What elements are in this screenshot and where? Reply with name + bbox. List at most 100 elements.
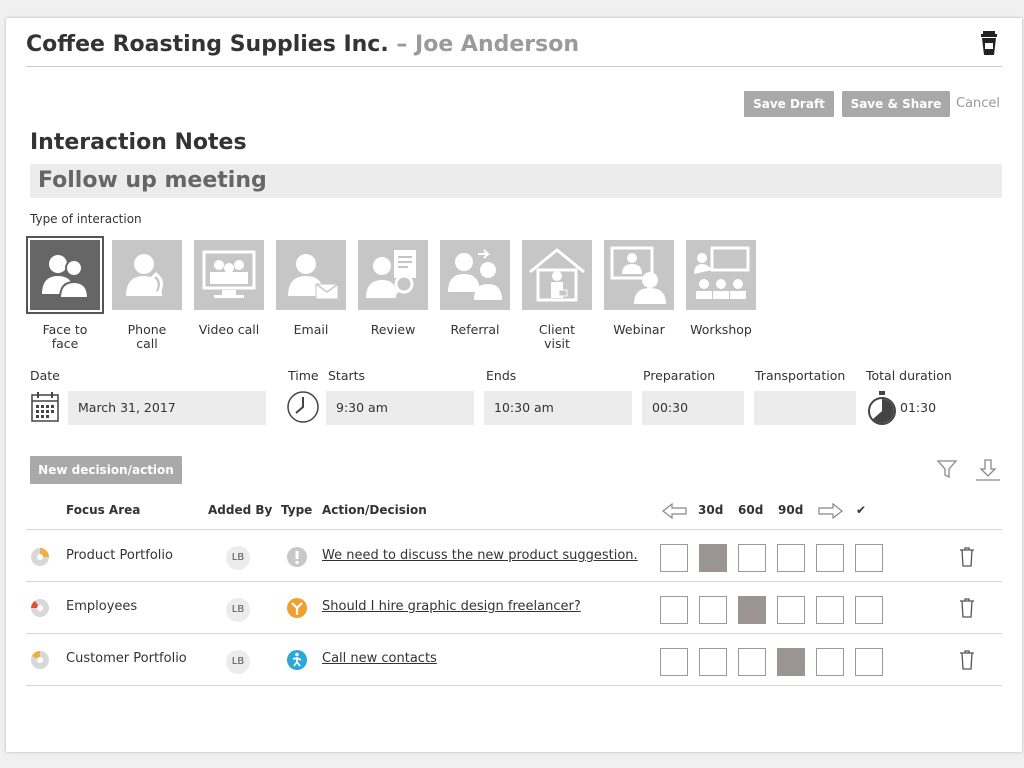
- calendar-icon[interactable]: [30, 390, 60, 424]
- date-input[interactable]: March 31, 2017: [68, 391, 266, 425]
- table-divider: [26, 529, 1002, 530]
- type-client-visit-button[interactable]: [522, 240, 592, 310]
- referral-icon: [448, 249, 502, 300]
- timeline-checkbox[interactable]: [777, 544, 805, 572]
- cancel-button[interactable]: Cancel: [956, 91, 1000, 117]
- type-video-call-button[interactable]: [194, 240, 264, 310]
- preparation-label: Preparation: [643, 368, 716, 383]
- coffee-cup-icon[interactable]: [978, 30, 1000, 56]
- timeline-checkbox[interactable]: [660, 544, 688, 572]
- done-checkbox[interactable]: [855, 596, 883, 624]
- timeline-checkbox[interactable]: [777, 648, 805, 676]
- type-label-line1: Client: [538, 322, 576, 337]
- email-icon: [288, 254, 339, 300]
- section-heading: Interaction Notes: [30, 130, 247, 155]
- timeline-checkbox[interactable]: [816, 596, 844, 624]
- contact-name: Joe Anderson: [415, 32, 580, 57]
- type-label-video-call: Video call: [198, 322, 260, 337]
- type-workshop-button[interactable]: [686, 240, 756, 310]
- col-30d: 30d: [698, 503, 724, 517]
- total-duration-label: Total duration: [866, 368, 952, 383]
- type-label-line1: Face to: [42, 322, 88, 337]
- focus-area-value: Employees: [66, 599, 138, 614]
- type-label-line2: call: [136, 336, 158, 351]
- save-share-button[interactable]: Save & Share: [842, 91, 950, 117]
- transportation-input[interactable]: [754, 391, 856, 425]
- action-link[interactable]: Should I hire graphic design freelancer?: [322, 599, 581, 614]
- done-checkbox[interactable]: [855, 648, 883, 676]
- header-divider: [26, 66, 1002, 67]
- title-separator: –: [388, 32, 416, 57]
- type-label-client-visit: Client visit: [517, 323, 597, 351]
- type-face-to-face-button[interactable]: [26, 236, 104, 314]
- col-focus-area[interactable]: Focus Area: [66, 503, 140, 517]
- timeline-checkbox[interactable]: [777, 596, 805, 624]
- preparation-input[interactable]: 00:30: [642, 391, 744, 425]
- clock-icon: [287, 391, 319, 423]
- trash-icon[interactable]: [958, 597, 976, 619]
- trash-icon[interactable]: [958, 546, 976, 568]
- type-referral-button[interactable]: [440, 240, 510, 310]
- trash-icon[interactable]: [958, 649, 976, 671]
- col-action-decision[interactable]: Action/Decision: [322, 503, 427, 517]
- ends-label: Ends: [486, 368, 517, 383]
- table-divider: [26, 581, 1002, 582]
- col-done-check: ✔: [856, 503, 867, 517]
- timeline-checkbox[interactable]: [816, 648, 844, 676]
- starts-label: Starts: [328, 368, 366, 383]
- avatar: LB: [226, 650, 250, 674]
- save-draft-button[interactable]: Save Draft: [744, 91, 834, 117]
- interaction-title-input[interactable]: Follow up meeting: [30, 164, 1002, 198]
- timeline-checkbox[interactable]: [738, 596, 766, 624]
- type-email-button[interactable]: [276, 240, 346, 310]
- webinar-icon: [610, 246, 666, 304]
- end-time-input[interactable]: 10:30 am: [484, 391, 632, 425]
- type-phone-call-button[interactable]: [112, 240, 182, 310]
- filter-icon[interactable]: [936, 458, 958, 480]
- start-time-input[interactable]: 9:30 am: [326, 391, 474, 425]
- timeline-checkbox[interactable]: [660, 648, 688, 676]
- timeline-checkbox[interactable]: [699, 648, 727, 676]
- col-90d: 90d: [778, 503, 804, 517]
- date-label: Date: [30, 368, 60, 383]
- focus-pie-icon: [31, 548, 49, 566]
- page-title: Coffee Roasting Supplies Inc. – Joe Ande…: [26, 32, 579, 57]
- table-divider: [26, 685, 1002, 686]
- type-label-email: Email: [293, 322, 329, 337]
- timeline-checkbox[interactable]: [660, 596, 688, 624]
- action-link[interactable]: Call new contacts: [322, 651, 437, 666]
- table-divider: [26, 633, 1002, 634]
- download-icon[interactable]: [974, 458, 1002, 482]
- type-label-line2: face: [51, 336, 79, 351]
- avatar: LB: [226, 546, 250, 570]
- action-link[interactable]: We need to discuss the new product sugge…: [322, 548, 638, 563]
- focus-area-value: Product Portfolio: [66, 548, 173, 563]
- timeline-checkbox[interactable]: [738, 544, 766, 572]
- timeline-checkbox[interactable]: [699, 544, 727, 572]
- company-name: Coffee Roasting Supplies Inc.: [26, 32, 389, 57]
- done-checkbox[interactable]: [855, 544, 883, 572]
- col-added-by[interactable]: Added By: [208, 503, 272, 517]
- type-label-workshop: Workshop: [690, 322, 752, 337]
- type-label-line1: Phone: [127, 322, 167, 337]
- type-label-review: Review: [370, 322, 416, 337]
- workshop-icon: [694, 246, 750, 299]
- phone-call-icon: [126, 254, 163, 297]
- timeline-checkbox[interactable]: [738, 648, 766, 676]
- col-type[interactable]: Type: [281, 503, 312, 517]
- arrow-right-icon[interactable]: [817, 502, 845, 520]
- focus-area-value: Customer Portfolio: [66, 651, 187, 666]
- type-webinar-button[interactable]: [604, 240, 674, 310]
- type-label-referral: Referral: [450, 322, 500, 337]
- arrow-left-icon[interactable]: [660, 502, 688, 520]
- col-60d: 60d: [738, 503, 764, 517]
- total-duration-value: 01:30: [900, 400, 937, 415]
- type-review-button[interactable]: [358, 240, 428, 310]
- decision-branch-icon: [287, 598, 307, 618]
- timeline-checkbox[interactable]: [816, 544, 844, 572]
- type-label-face-to-face: Face to face: [25, 323, 105, 351]
- time-label: Time: [288, 368, 319, 383]
- timeline-checkbox[interactable]: [699, 596, 727, 624]
- video-call-icon: [202, 250, 256, 298]
- new-decision-action-button[interactable]: New decision/action: [30, 456, 182, 484]
